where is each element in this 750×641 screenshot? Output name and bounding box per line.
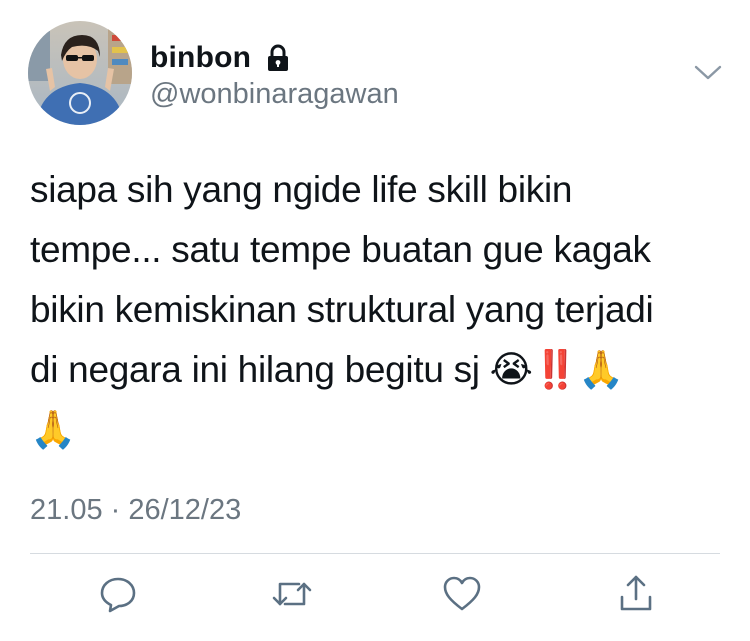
tweet-card: binbon @wonbinaragawan siapa sih yang ng…: [0, 0, 750, 641]
avatar-image: [28, 21, 132, 125]
like-button[interactable]: [440, 572, 484, 616]
user-handle[interactable]: @wonbinaragawan: [150, 78, 399, 111]
reply-icon: [98, 574, 138, 614]
lock-icon: [265, 44, 291, 72]
reply-button[interactable]: [96, 572, 140, 616]
heart-icon: [442, 575, 482, 613]
action-bar: [0, 572, 750, 620]
share-icon: [616, 573, 656, 615]
name-row: binbon: [150, 38, 291, 78]
tweet-text: siapa sih yang ngide life skill bikin te…: [30, 169, 654, 450]
avatar[interactable]: [28, 21, 132, 125]
retweet-button[interactable]: [270, 572, 314, 616]
share-button[interactable]: [614, 572, 658, 616]
display-name[interactable]: binbon: [150, 41, 251, 75]
retweet-icon: [271, 574, 313, 614]
divider: [30, 553, 720, 554]
tweet-timestamp[interactable]: 21.05 · 26/12/23: [30, 494, 241, 527]
chevron-down-icon[interactable]: [693, 63, 723, 83]
